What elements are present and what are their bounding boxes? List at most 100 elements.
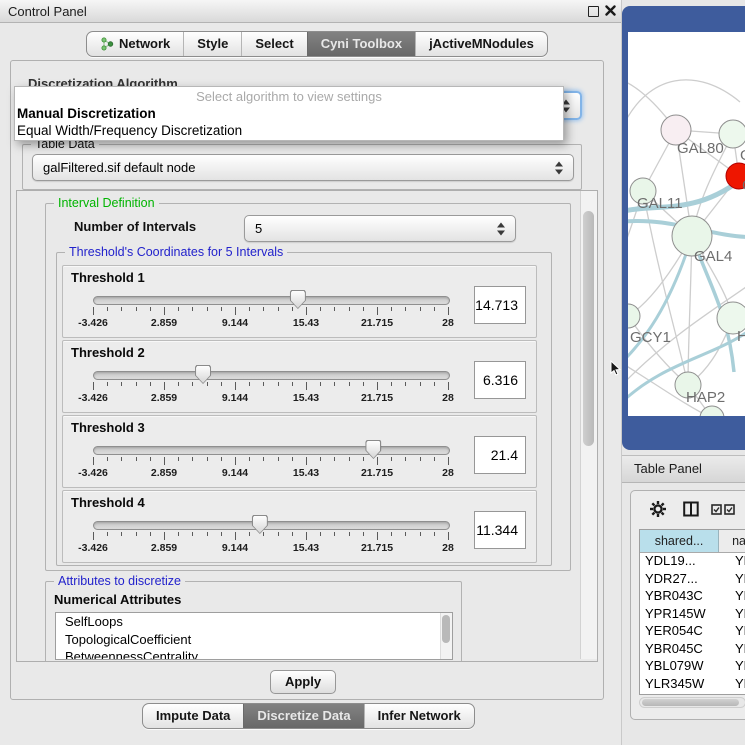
- threshold-slider[interactable]: -3.4262.8599.14415.4321.71528: [93, 365, 448, 409]
- slider-tick: [434, 457, 435, 461]
- attribute-item-topologicalcoefficient[interactable]: TopologicalCoefficient: [56, 631, 452, 649]
- table-cell[interactable]: YDL1: [726, 553, 745, 571]
- tab-discretize-data[interactable]: Discretize Data: [243, 704, 363, 728]
- float-window-icon[interactable]: [588, 6, 599, 17]
- network-edge[interactable]: [688, 236, 692, 385]
- tab-infer-network[interactable]: Infer Network: [364, 704, 474, 728]
- slider-tick: [93, 532, 94, 540]
- slider-tick: [420, 307, 421, 311]
- slider-tick-label: -3.426: [78, 542, 108, 554]
- table-row[interactable]: YBR043CYBR0: [640, 588, 745, 606]
- table-row[interactable]: YDR27...YDR2: [640, 571, 745, 589]
- tab-jactivemnodules[interactable]: jActiveMNodules: [415, 32, 547, 56]
- slider-tick: [420, 532, 421, 536]
- slider-track[interactable]: [93, 446, 450, 455]
- slider-track[interactable]: [93, 296, 450, 305]
- table-cell[interactable]: YLR3: [726, 676, 745, 694]
- table-row[interactable]: YLR345WYLR3: [640, 676, 745, 694]
- tab-cyni-toolbox[interactable]: Cyni Toolbox: [307, 32, 415, 56]
- scrollbar-thumb[interactable]: [642, 699, 739, 706]
- attribute-item-selfloops[interactable]: SelfLoops: [56, 613, 452, 631]
- table-cell[interactable]: YBR0: [726, 588, 745, 606]
- column-header-shared-name[interactable]: shared...: [640, 530, 719, 552]
- table-cell[interactable]: YBL079W: [640, 658, 726, 676]
- table-cell[interactable]: YBR045C: [640, 641, 726, 659]
- table-row[interactable]: YER054CYER0: [640, 623, 745, 641]
- number-of-intervals-combobox[interactable]: 5: [244, 215, 516, 242]
- threshold-panel-2: Threshold 2-3.4262.8599.14415.4321.71528…: [62, 340, 537, 413]
- panel-scrollbar[interactable]: [580, 191, 597, 659]
- tab-select[interactable]: Select: [241, 32, 306, 56]
- threshold-slider[interactable]: -3.4262.8599.14415.4321.71528: [93, 290, 448, 334]
- node-table[interactable]: shared...na YDL19...YDL1YDR27...YDR2YBR0…: [639, 529, 745, 695]
- combo-stepper-icon[interactable]: [555, 160, 564, 175]
- table-cell[interactable]: YIL053C: [640, 693, 726, 695]
- slider-tick: [377, 382, 378, 390]
- table-cell[interactable]: YIL0: [726, 693, 745, 695]
- slider-track[interactable]: [93, 371, 450, 380]
- slider-tick: [405, 307, 406, 311]
- table-cell[interactable]: YER0: [726, 623, 745, 641]
- tab-label: Style: [197, 32, 228, 56]
- table-cell[interactable]: YDR2: [726, 571, 745, 589]
- table-row[interactable]: YPR145WYPR1: [640, 606, 745, 624]
- table-cell[interactable]: YDL19...: [640, 553, 726, 571]
- apply-button[interactable]: Apply: [270, 670, 336, 694]
- table-cell[interactable]: YER054C: [640, 623, 726, 641]
- table-row[interactable]: YDL19...YDL1: [640, 553, 745, 571]
- slider-tick: [448, 307, 449, 315]
- table-cell[interactable]: YBR043C: [640, 588, 726, 606]
- numerical-attributes-list[interactable]: SelfLoopsTopologicalCoefficientBetweenne…: [55, 612, 453, 660]
- table-data-combobox[interactable]: galFiltered.sif default node: [32, 154, 574, 181]
- slider-tick-label: -3.426: [78, 317, 108, 329]
- slider-tick: [136, 532, 137, 536]
- threshold-slider[interactable]: -3.4262.8599.14415.4321.71528: [93, 440, 448, 484]
- algorithm-option-equal-width-frequency-discretization[interactable]: Equal Width/Frequency Discretization: [15, 122, 563, 139]
- threshold-value-field[interactable]: 14.713: [474, 286, 526, 324]
- table-cell[interactable]: YPR145W: [640, 606, 726, 624]
- slider-tick-label: 2.859: [151, 317, 177, 329]
- slider-tick-label: -3.426: [78, 392, 108, 404]
- slider-tick-label: 15.43: [293, 392, 319, 404]
- threshold-slider[interactable]: -3.4262.8599.14415.4321.71528: [93, 515, 448, 559]
- table-row[interactable]: YBL079WYBL0: [640, 658, 745, 676]
- tab-impute-data[interactable]: Impute Data: [143, 704, 243, 728]
- column-header-name[interactable]: na: [719, 530, 745, 552]
- table-cell[interactable]: YDR27...: [640, 571, 726, 589]
- table-row[interactable]: YBR045CYBR0: [640, 641, 745, 659]
- split-columns-icon[interactable]: [683, 501, 699, 517]
- threshold-value-field[interactable]: 11.344: [474, 511, 526, 549]
- table-cell[interactable]: YBR0: [726, 641, 745, 659]
- list-scrollbar[interactable]: [440, 613, 452, 659]
- algorithm-option-manual-discretization[interactable]: Manual Discretization: [15, 105, 563, 122]
- table-row[interactable]: YIL053CYIL0: [640, 693, 745, 695]
- threshold-value-field[interactable]: 6.316: [474, 361, 526, 399]
- table-cell[interactable]: YBL0: [726, 658, 745, 676]
- slider-tick: [292, 532, 293, 536]
- slider-tick: [150, 532, 151, 536]
- close-icon[interactable]: [605, 5, 616, 16]
- checkbox-icon[interactable]: [711, 504, 722, 515]
- slider-tick: [334, 382, 335, 386]
- slider-tick: [405, 382, 406, 386]
- slider-tick: [263, 457, 264, 461]
- threshold-value-field[interactable]: 21.4: [474, 436, 526, 474]
- combo-stepper-icon[interactable]: [497, 221, 506, 236]
- settings-scrollpane: Interval Definition Number of Intervals …: [16, 190, 598, 662]
- tab-network[interactable]: Network: [87, 32, 183, 56]
- attribute-item-betweennesscentrality[interactable]: BetweennessCentrality: [56, 648, 452, 660]
- tab-style[interactable]: Style: [183, 32, 241, 56]
- scrollbar-thumb[interactable]: [442, 615, 450, 643]
- table-panel-titlebar: Table Panel: [622, 455, 745, 483]
- checkbox-icon[interactable]: [724, 504, 735, 515]
- network-node-gcy1[interactable]: [628, 304, 640, 328]
- table-cell[interactable]: YPR1: [726, 606, 745, 624]
- slider-tick: [164, 382, 165, 390]
- slider-tick: [121, 532, 122, 536]
- slider-track[interactable]: [93, 521, 450, 530]
- table-horizontal-scrollbar[interactable]: [639, 697, 745, 708]
- scrollbar-thumb[interactable]: [583, 211, 594, 446]
- network-canvas[interactable]: GAL80GACGAL11GAL4GCY1HHAP2: [628, 32, 745, 416]
- table-cell[interactable]: YLR345W: [640, 676, 726, 694]
- gear-icon[interactable]: [649, 500, 667, 518]
